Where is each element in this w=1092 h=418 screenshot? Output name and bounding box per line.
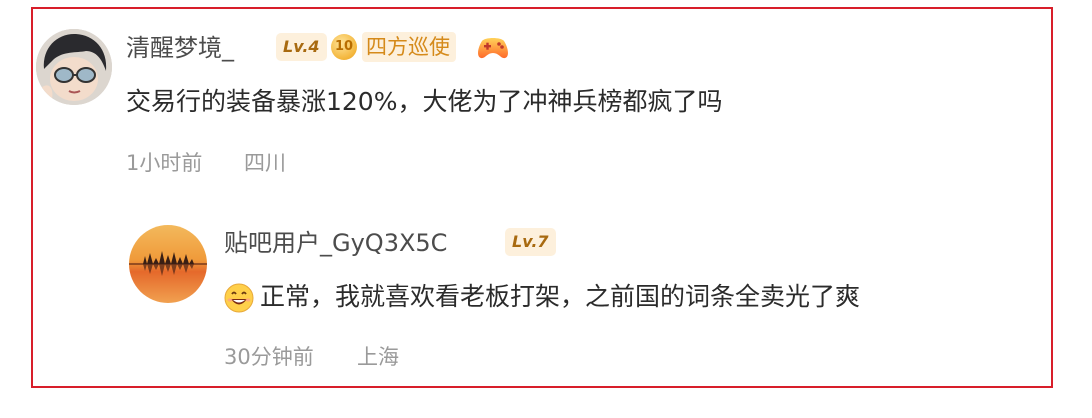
grinning-face-emoji-icon [224, 283, 254, 313]
location: 四川 [244, 151, 286, 175]
comment-text: 交易行的装备暴涨120%，大佬为了冲神兵榜都疯了吗 [126, 87, 723, 116]
username[interactable]: 清醒梦境_ [126, 36, 234, 60]
highlight-frame [31, 7, 1053, 388]
fan-badge-level: 10 [331, 34, 357, 60]
avatar[interactable] [36, 29, 112, 105]
reply-location: 上海 [357, 345, 399, 369]
reply-username[interactable]: 贴吧用户_GyQ3X5C [224, 231, 447, 255]
fan-badge-title: 四方巡使 [362, 32, 456, 62]
reply-avatar[interactable] [129, 225, 207, 303]
reply-text: 正常，我就喜欢看老板打架，之前国的词条全卖光了爽 [260, 282, 861, 311]
reply-timestamp: 30分钟前 [224, 345, 314, 369]
level-badge: Lv.4 [276, 33, 327, 61]
timestamp: 1小时前 [126, 151, 203, 175]
gamepad-icon [478, 38, 508, 59]
reply-level-badge: Lv.7 [505, 228, 556, 256]
